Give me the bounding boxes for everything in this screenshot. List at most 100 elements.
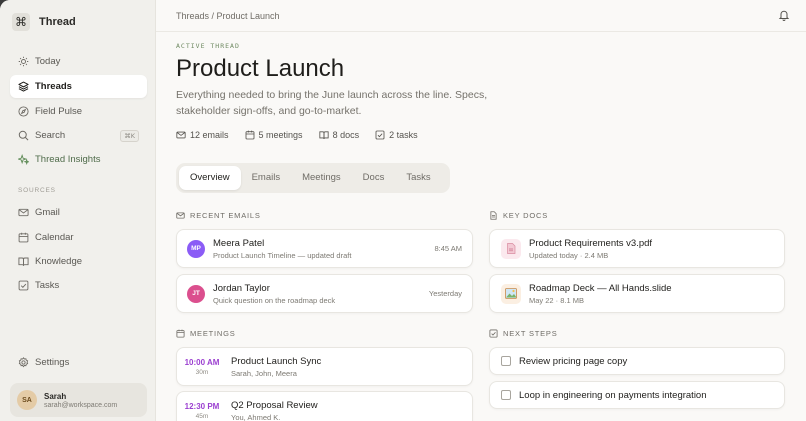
gear-icon	[18, 357, 29, 368]
meeting-time: 10:00 AM	[184, 357, 220, 367]
task-label: Review pricing page copy	[519, 355, 628, 367]
search-shortcut-badge: ⌘K	[120, 129, 139, 142]
main-content: Threads / Product Launch ACTIVE THREAD P…	[156, 0, 806, 421]
bell-icon[interactable]	[778, 9, 790, 21]
meeting-attendees: Sarah, John, Meera	[231, 368, 297, 378]
email-time: Yesterday	[428, 289, 462, 298]
next-step-item[interactable]: Loop in engineering on payments integrat…	[489, 381, 785, 409]
sidebar-item-label: Search	[35, 130, 66, 141]
page-title: Product Launch	[176, 55, 345, 82]
thread-stats: 12 emails 5 meetings 8 docs 2 tasks	[176, 130, 434, 140]
mail-icon	[176, 212, 185, 219]
meeting-title: Product Launch Sync	[231, 355, 322, 367]
file-icon	[490, 211, 497, 220]
tab-emails[interactable]: Emails	[241, 166, 292, 190]
sidebar-item-label: Gmail	[35, 207, 60, 218]
sidebar: ⌘ Thread Today Threads Field Pulse Searc…	[0, 0, 156, 421]
brand[interactable]: ⌘ Thread	[12, 13, 76, 31]
tab-meetings[interactable]: Meetings	[291, 166, 352, 190]
breadcrumb[interactable]: Threads / Product Launch	[176, 11, 280, 21]
check-square-icon	[375, 130, 385, 140]
mail-icon	[176, 131, 186, 139]
stat-label: 2 tasks	[389, 130, 418, 140]
doc-item[interactable]: Product Requirements v3.pdf Updated toda…	[489, 229, 785, 268]
search-icon	[18, 130, 29, 141]
tab-tasks[interactable]: Tasks	[395, 166, 441, 190]
doc-item[interactable]: Roadmap Deck — All Hands.slide May 22 · …	[489, 274, 785, 313]
stat-meetings[interactable]: 5 meetings	[245, 130, 303, 140]
sidebar-item-label: Settings	[35, 357, 70, 368]
sidebar-item-label: Thread Insights	[35, 154, 101, 165]
sidebar-item-calendar[interactable]: Calendar	[10, 226, 147, 249]
meetings-heading: MEETINGS	[176, 329, 236, 338]
sidebar-item-tasks[interactable]: Tasks	[10, 274, 147, 297]
check-square-icon	[489, 329, 498, 338]
thread-logo-icon: ⌘	[12, 13, 30, 31]
meeting-item[interactable]: 10:00 AM 30m Product Launch Sync Sarah, …	[176, 347, 473, 386]
sidebar-item-search[interactable]: Search ⌘K	[10, 124, 147, 147]
meeting-item[interactable]: 12:30 PM 45m Q2 Proposal Review You, Ahm…	[176, 391, 473, 421]
task-checkbox[interactable]	[501, 390, 511, 400]
sidebar-item-thread-insights[interactable]: Thread Insights	[10, 148, 147, 171]
avatar: JT	[187, 284, 205, 303]
user-profile-card[interactable]: SA Sarah sarah@workspace.com	[10, 383, 147, 417]
sidebar-item-knowledge[interactable]: Knowledge	[10, 250, 147, 273]
sources-section-label: SOURCES	[18, 187, 56, 194]
tab-docs[interactable]: Docs	[352, 166, 396, 190]
stat-docs[interactable]: 8 docs	[318, 130, 360, 140]
stat-label: 5 meetings	[258, 130, 303, 140]
book-icon	[318, 131, 329, 139]
thread-status-label: ACTIVE THREAD	[176, 42, 240, 50]
task-label: Loop in engineering on payments integrat…	[519, 389, 707, 401]
section-title: KEY DOCS	[503, 211, 549, 220]
sidebar-item-label: Tasks	[35, 280, 60, 291]
email-item[interactable]: JT Jordan Taylor Quick question on the r…	[176, 274, 473, 313]
stat-label: 8 docs	[332, 130, 360, 140]
section-title: RECENT EMAILS	[190, 211, 261, 220]
email-subject: Quick question on the roadmap deck	[213, 295, 336, 305]
app-window: ⌘ Thread Today Threads Field Pulse Searc…	[0, 0, 806, 421]
email-sender: Meera Patel	[213, 237, 265, 249]
email-sender: Jordan Taylor	[213, 282, 270, 294]
next-step-item[interactable]: Review pricing page copy	[489, 347, 785, 375]
layers-icon	[18, 81, 29, 92]
pdf-file-icon	[501, 238, 521, 259]
sidebar-item-label: Field Pulse	[35, 106, 82, 117]
check-square-icon	[18, 280, 29, 291]
stat-tasks[interactable]: 2 tasks	[375, 130, 418, 140]
sidebar-item-label: Calendar	[35, 232, 74, 243]
user-name: Sarah	[44, 391, 67, 401]
doc-name: Product Requirements v3.pdf	[529, 237, 653, 249]
thread-description: Everything needed to bring the June laun…	[176, 89, 488, 117]
sidebar-item-today[interactable]: Today	[10, 50, 147, 73]
sidebar-item-field-pulse[interactable]: Field Pulse	[10, 100, 147, 123]
sidebar-item-threads[interactable]: Threads	[10, 75, 147, 98]
thread-tabs: Overview Emails Meetings Docs Tasks	[176, 163, 450, 193]
section-title: MEETINGS	[190, 329, 236, 338]
sidebar-item-settings[interactable]: Settings	[10, 351, 147, 374]
next-steps-heading: NEXT STEPS	[489, 329, 558, 338]
tab-overview[interactable]: Overview	[179, 166, 241, 190]
sidebar-item-label: Threads	[35, 81, 72, 92]
stat-emails[interactable]: 12 emails	[176, 130, 229, 140]
meeting-time: 12:30 PM	[184, 401, 220, 411]
calendar-icon	[245, 130, 254, 140]
doc-meta: Updated today · 2.4 MB	[529, 250, 609, 260]
task-checkbox[interactable]	[501, 356, 511, 366]
meeting-duration: 30m	[195, 368, 209, 376]
stat-label: 12 emails	[190, 130, 229, 140]
book-icon	[18, 257, 29, 266]
doc-meta: May 22 · 8.1 MB	[529, 295, 585, 305]
meeting-attendees: You, Ahmed K.	[231, 412, 281, 421]
brand-name: Thread	[39, 16, 76, 28]
sun-icon	[18, 56, 29, 67]
email-subject: Product Launch Timeline — updated draft	[213, 250, 352, 260]
sidebar-item-gmail[interactable]: Gmail	[10, 201, 147, 224]
meeting-duration: 45m	[195, 412, 209, 420]
sidebar-item-label: Knowledge	[35, 256, 83, 267]
top-bar: Threads / Product Launch	[156, 0, 806, 32]
avatar: MP	[187, 239, 205, 258]
recent-emails-heading: RECENT EMAILS	[176, 211, 261, 220]
meeting-title: Q2 Proposal Review	[231, 399, 318, 411]
email-item[interactable]: MP Meera Patel Product Launch Timeline —…	[176, 229, 473, 268]
